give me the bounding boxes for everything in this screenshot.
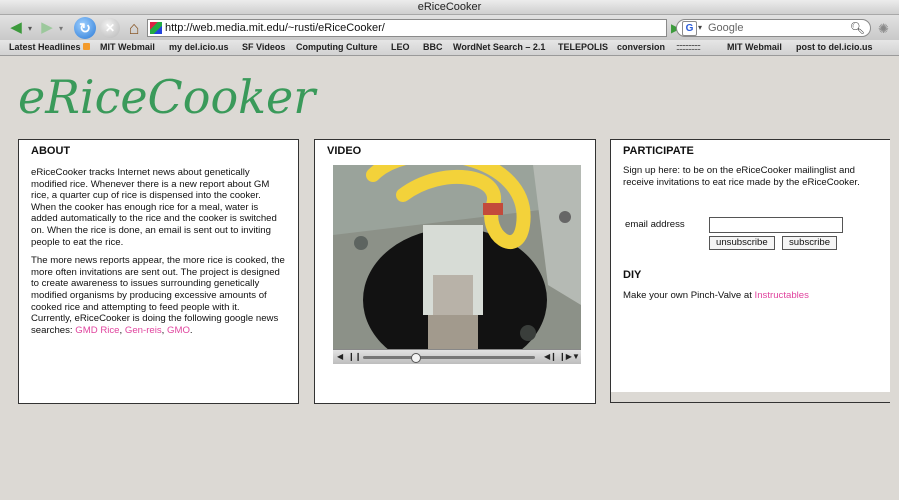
diy-title: DIY [623,269,642,281]
bookmark-sf-videos[interactable]: SF Videos [242,40,285,55]
pause-icon[interactable]: ❙❙ [348,350,361,364]
search-engine-chevron-icon[interactable]: ▾ [698,20,702,36]
video-controls: ◀ ❙❙ ◀❙ ❙▶ ▼ [333,349,581,364]
about-paragraph-2: The more news reports appear, the more r… [31,255,285,313]
subscribe-button[interactable]: subscribe [782,236,838,250]
window-titlebar: eRiceCooker [0,0,899,15]
address-url[interactable]: http://web.media.mit.edu/~rusti/eRiceCoo… [165,20,385,36]
home-icon[interactable]: ⌂ [124,18,144,38]
about-panel: ABOUT eRiceCooker tracks Internet news a… [18,139,299,404]
stop-icon[interactable]: ✕ [100,18,120,38]
search-bar[interactable]: G ▾ Google 🔍︎ [676,19,871,37]
step-forward-icon[interactable]: ❙▶ [559,350,572,364]
bookmark-my-delicious[interactable]: my del.icio.us [169,40,229,55]
address-bar[interactable]: http://web.media.mit.edu/~rusti/eRiceCoo… [147,19,680,37]
instructables-link[interactable]: Instructables [755,290,809,301]
bookmark-telepolis[interactable]: TELEPOLIS [558,40,608,55]
search-engine-icon[interactable]: G [682,21,697,36]
bookmark-computing-culture[interactable]: Computing Culture [296,40,378,55]
browser-toolbar: ◀ ▾ ▶ ▾ ↻ ✕ ⌂ http://web.media.mit.edu/~… [0,15,899,40]
site-logo: eRiceCooker [18,70,316,124]
back-history-chevron-icon[interactable]: ▾ [25,19,35,39]
step-back-icon[interactable]: ◀❙ [544,350,557,364]
video-player[interactable] [333,165,581,364]
window-title: eRiceCooker [417,1,482,13]
video-progress-track[interactable] [363,356,535,359]
rss-icon [82,43,90,50]
diy-text-label: Make your own Pinch-Valve at [623,290,752,301]
search-placeholder[interactable]: Google [708,20,743,36]
search-icon[interactable]: 🔍︎ [850,20,865,36]
unsubscribe-button[interactable]: unsubscribe [709,236,775,250]
bookmark-post-to-delicious[interactable]: post to del.icio.us [796,40,873,55]
participate-panel: PARTICIPATE Sign up here: to be on the e… [610,139,890,393]
site-favicon-icon [150,22,162,34]
participate-intro: Sign up here: to be on the eRiceCooker m… [623,165,860,188]
about-body: eRiceCooker tracks Internet news about g… [31,167,287,336]
bookmark-bbc[interactable]: BBC [423,40,443,55]
bookmark-separator[interactable]: :::::::::::::::: [676,40,701,55]
menu-chevron-down-icon[interactable]: ▼ [572,350,580,364]
participate-title: PARTICIPATE [623,145,694,157]
video-still-image [333,165,581,364]
bookmark-latest-headlines[interactable]: Latest Headlines [9,40,90,55]
bookmark-label: Latest Headlines [9,42,81,52]
reload-icon[interactable]: ↻ [74,17,96,39]
about-paragraph-1: eRiceCooker tracks Internet news about g… [31,167,277,248]
bookmark-mit-webmail-2[interactable]: MIT Webmail [727,40,782,55]
email-field[interactable] [709,217,843,233]
video-panel: VIDEO ◀ ❙❙ ◀❙ ❙▶ ▼ [314,139,596,404]
bookmarks-bar: Latest Headlines MIT Webmail my del.icio… [0,40,899,56]
bookmark-mit-webmail[interactable]: MIT Webmail [100,40,155,55]
volume-icon[interactable]: ◀ [337,350,343,364]
bookmark-wordnet-search[interactable]: WordNet Search – 2.1 [453,40,545,55]
search-link-gmd-rice[interactable]: GMD Rice [75,325,119,336]
about-title: ABOUT [31,145,71,157]
video-title: VIDEO [327,145,362,157]
forward-icon[interactable]: ▶ [37,18,57,38]
diy-text: Make your own Pinch-Valve at Instructabl… [623,290,809,301]
bookmark-leo[interactable]: LEO [391,40,410,55]
about-searches: Currently, eRiceCooker is doing the foll… [31,313,279,336]
participate-panel-footer [610,392,890,403]
back-icon[interactable]: ◀ [6,18,26,38]
loading-spinner-icon: ✺ [878,21,889,36]
forward-history-chevron-icon[interactable]: ▾ [56,19,66,39]
search-link-gmo[interactable]: GMO [167,325,190,336]
video-progress-knob[interactable] [411,353,421,363]
search-link-gen-reis[interactable]: Gen-reis [125,325,162,336]
bookmark-conversion[interactable]: conversion [617,40,665,55]
email-label: email address [625,219,685,230]
